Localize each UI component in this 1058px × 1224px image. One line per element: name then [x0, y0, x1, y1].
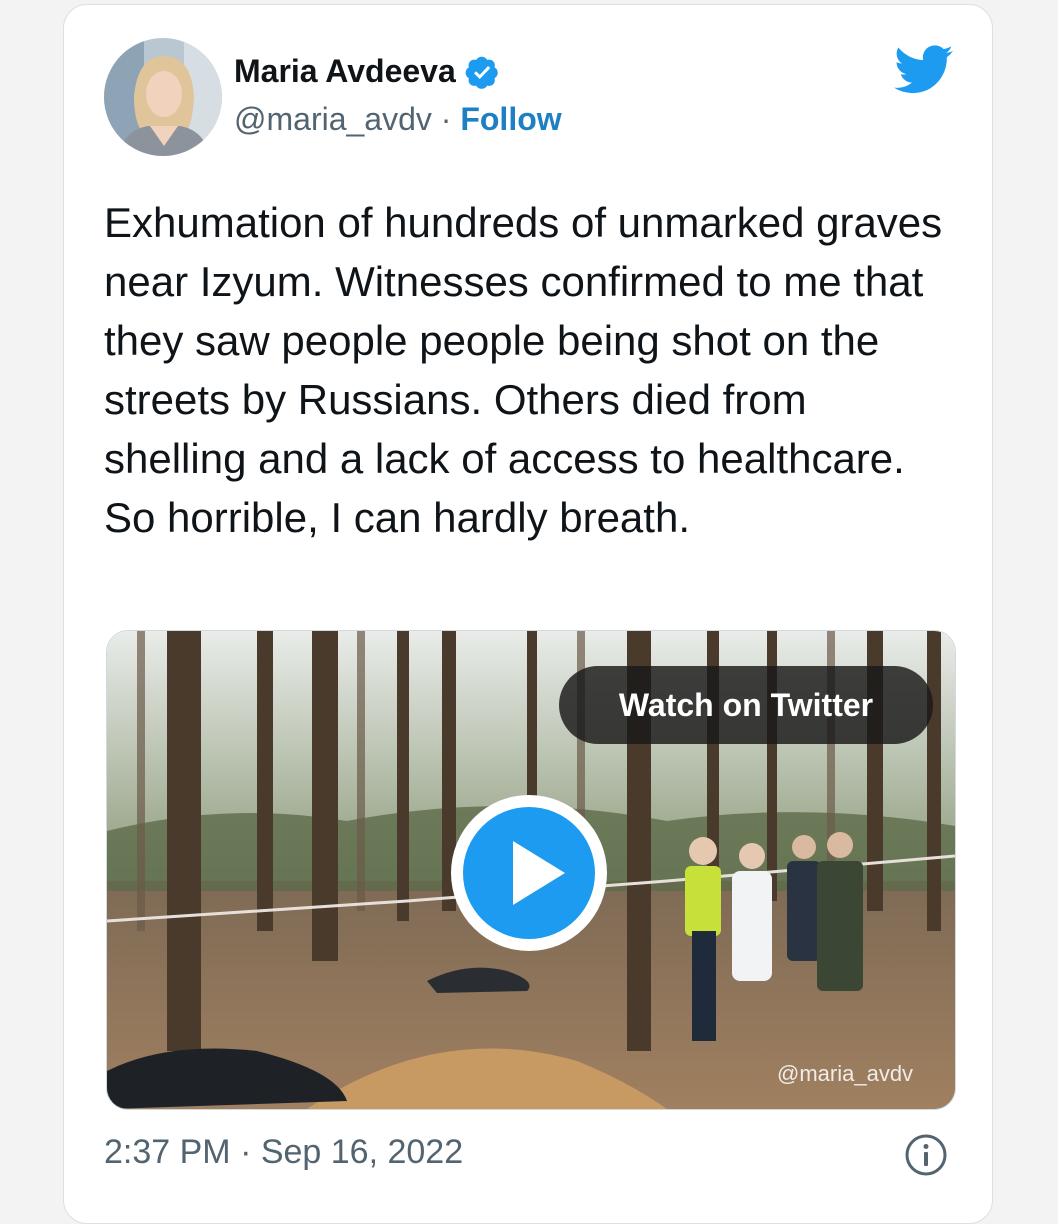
author-handle[interactable]: @maria_avdv — [234, 101, 432, 137]
separator: · — [440, 101, 452, 137]
twitter-bird-icon[interactable] — [894, 45, 954, 95]
follow-button[interactable]: Follow — [460, 101, 561, 137]
author-name[interactable]: Maria Avdeeva — [234, 53, 456, 90]
video-player[interactable]: Watch on Twitter @maria_avdv — [106, 630, 956, 1110]
verified-badge-icon — [465, 56, 498, 89]
tweet-card: Maria Avdeeva @maria_avdv · Follow Exhum… — [63, 4, 993, 1224]
tweet-timestamp[interactable]: 2:37 PM · Sep 16, 2022 — [104, 1133, 463, 1172]
info-icon[interactable] — [904, 1133, 948, 1177]
play-icon[interactable] — [447, 791, 611, 955]
handle-row: @maria_avdv · Follow — [234, 101, 562, 138]
avatar[interactable] — [104, 38, 222, 156]
video-watermark: @maria_avdv — [777, 1061, 914, 1086]
tweet-text: Exhumation of hundreds of unmarked grave… — [104, 199, 943, 541]
watch-on-twitter-button[interactable]: Watch on Twitter — [559, 666, 933, 744]
author-row: Maria Avdeeva — [234, 53, 500, 90]
